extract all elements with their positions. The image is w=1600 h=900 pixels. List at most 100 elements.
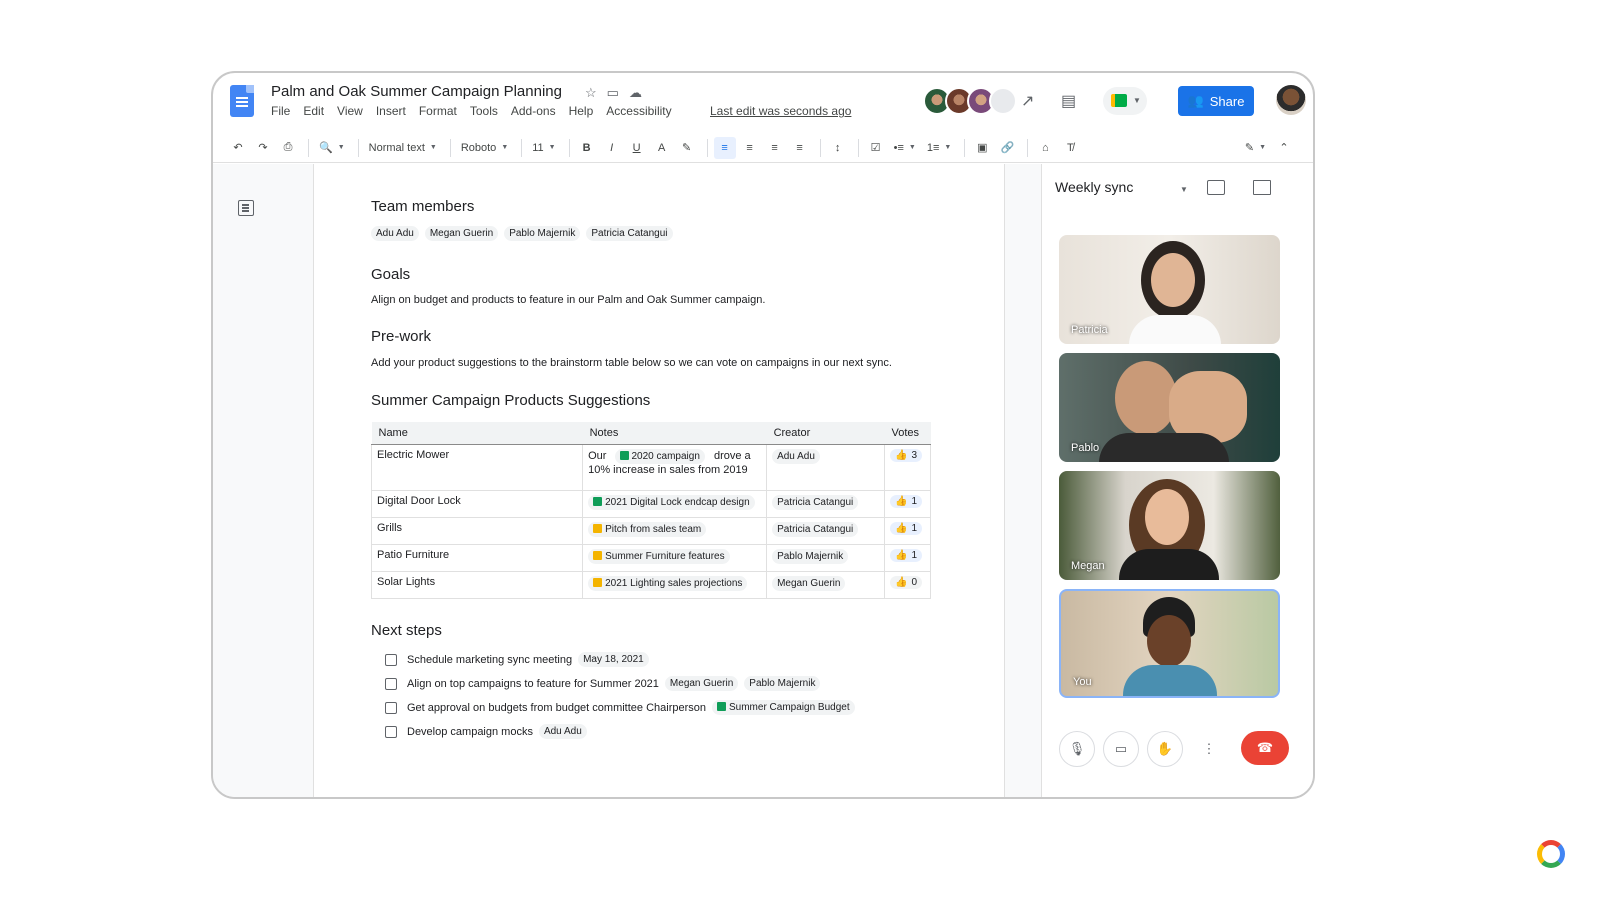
align-right-icon[interactable]: ≡ (764, 137, 786, 159)
date-chip[interactable]: May 18, 2021 (578, 652, 649, 667)
line-spacing-icon[interactable]: ↕ (827, 137, 849, 159)
vote-chip[interactable]: 👍 1 (889, 548, 922, 562)
menu-format[interactable]: Format (419, 104, 457, 118)
file-chip[interactable]: Pitch from sales team (588, 521, 707, 537)
participant-tile-megan[interactable]: Megan (1059, 471, 1280, 580)
cell-creator[interactable]: Patricia Catangui (766, 516, 885, 545)
italic-icon[interactable]: I (601, 137, 623, 159)
person-chip[interactable]: Megan Guerin (772, 575, 846, 591)
cell-votes[interactable]: 👍 1 (883, 543, 932, 572)
align-center-icon[interactable]: ≡ (739, 137, 761, 159)
file-chip[interactable]: Summer Campaign Budget (712, 700, 855, 715)
menu-tools[interactable]: Tools (470, 104, 498, 118)
person-chip[interactable]: Pablo Majernik (744, 676, 821, 691)
cell-votes[interactable]: 👍 1 (883, 516, 932, 545)
cell-creator[interactable]: Pablo Majernik (766, 543, 885, 572)
text-color-icon[interactable]: A (651, 137, 673, 159)
chevron-up-icon[interactable]: ⌃ (1273, 137, 1295, 159)
file-chip[interactable]: 2021 Lighting sales projections (588, 575, 748, 591)
insert-link-icon[interactable]: 🔗 (996, 137, 1018, 159)
cell-name[interactable]: Grills (370, 516, 584, 545)
justify-icon[interactable]: ≡ (789, 137, 811, 159)
cloud-saved-icon[interactable]: ☁ (629, 85, 642, 101)
participant-tile-you[interactable]: You (1059, 589, 1280, 698)
cell-name[interactable]: Solar Lights (370, 570, 584, 599)
cell-notes[interactable]: Pitch from sales team (582, 516, 768, 545)
vote-chip[interactable]: 👍 3 (889, 448, 922, 462)
bold-icon[interactable]: B (576, 137, 598, 159)
person-chip[interactable]: Adu Adu (371, 226, 419, 241)
editing-mode-icon[interactable]: ✎ ▼ (1241, 137, 1270, 159)
insert-image-icon[interactable]: ▣ (971, 137, 993, 159)
person-chip[interactable]: Pablo Majernik (772, 548, 849, 564)
document-outline-icon[interactable] (238, 200, 254, 216)
style-select[interactable]: Normal text ▼ (365, 137, 441, 159)
raise-hand-icon[interactable]: ✋ (1147, 731, 1183, 767)
end-call-button[interactable]: ☎ (1241, 731, 1289, 765)
person-chip[interactable]: Adu Adu (538, 724, 587, 739)
activity-trend-icon[interactable]: ↗ (1021, 91, 1034, 111)
print-icon[interactable]: ⎙ (277, 137, 299, 159)
last-edit-link[interactable]: Last edit was seconds ago (710, 104, 851, 118)
cell-notes[interactable]: 2021 Digital Lock endcap design (582, 489, 768, 518)
person-chip[interactable]: Adu Adu (772, 448, 820, 464)
move-folder-icon[interactable]: ▭ (607, 85, 619, 101)
checkbox[interactable] (385, 653, 397, 666)
menu-addons[interactable]: Add-ons (511, 104, 556, 118)
person-chip[interactable]: Patricia Catangui (586, 226, 673, 241)
font-size-select[interactable]: 11 ▼ (528, 137, 559, 159)
comment-history-icon[interactable]: ▤ (1061, 91, 1076, 111)
redo-icon[interactable]: ↷ (252, 137, 274, 159)
underline-icon[interactable]: U (626, 137, 648, 159)
menu-help[interactable]: Help (569, 104, 594, 118)
person-chip[interactable]: Megan Guerin (424, 226, 499, 241)
font-select[interactable]: Roboto ▼ (457, 137, 512, 159)
meeting-title[interactable]: Weekly sync (1055, 179, 1133, 195)
cell-notes[interactable]: Summer Furniture features (582, 543, 768, 572)
checklist-icon[interactable]: ☑ (865, 137, 887, 159)
paint-format-icon[interactable]: ⌂ (1034, 137, 1056, 159)
clear-format-icon[interactable]: T̸ (1059, 137, 1081, 159)
cell-creator[interactable]: Patricia Catangui (766, 489, 885, 518)
highlight-icon[interactable]: ✎ (676, 137, 698, 159)
menu-insert[interactable]: Insert (376, 104, 406, 118)
participant-tile-pablo[interactable]: Pablo (1059, 353, 1280, 462)
cell-notes[interactable]: Our 2020 campaign drove a 10% increase i… (582, 443, 768, 491)
star-icon[interactable]: ☆ (585, 85, 597, 101)
person-chip[interactable]: Patricia Catangui (772, 494, 859, 510)
more-collaborators-icon[interactable] (989, 87, 1017, 115)
align-left-icon[interactable]: ≡ (713, 136, 736, 159)
open-in-new-icon[interactable] (1253, 180, 1271, 195)
file-chip[interactable]: 2020 campaign (614, 448, 705, 464)
cell-name[interactable]: Digital Door Lock (370, 489, 584, 518)
picture-in-picture-icon[interactable] (1207, 180, 1225, 195)
chevron-down-icon[interactable]: ▼ (1180, 185, 1188, 194)
cell-name[interactable]: Patio Furniture (370, 543, 584, 572)
checkbox[interactable] (385, 725, 397, 738)
person-chip[interactable]: Patricia Catangui (772, 521, 859, 537)
cell-name[interactable]: Electric Mower (370, 443, 584, 491)
person-chip[interactable]: Pablo Majernik (504, 226, 581, 241)
file-chip[interactable]: Summer Furniture features (588, 548, 730, 564)
document-page[interactable]: Team members Adu Adu Megan Guerin Pablo Ma… (313, 164, 1005, 797)
document-title[interactable]: Palm and Oak Summer Campaign Planning (271, 83, 562, 100)
bulleted-list-icon[interactable]: •≡ ▼ (890, 137, 920, 159)
microphone-icon[interactable]: 🎙 (1059, 731, 1095, 767)
cell-votes[interactable]: 👍 3 (883, 443, 932, 491)
meet-button[interactable]: ▼ (1103, 87, 1147, 115)
collaborator-avatars[interactable] (923, 87, 1017, 115)
file-chip[interactable]: 2021 Digital Lock endcap design (588, 494, 755, 510)
cell-notes[interactable]: 2021 Lighting sales projections (582, 570, 768, 599)
checkbox[interactable] (385, 701, 397, 714)
menu-view[interactable]: View (337, 104, 363, 118)
cell-creator[interactable]: Megan Guerin (766, 570, 885, 599)
cell-votes[interactable]: 👍 0 (883, 570, 932, 599)
person-chip[interactable]: Megan Guerin (664, 676, 739, 691)
docs-logo-icon[interactable] (230, 85, 254, 117)
undo-icon[interactable]: ↶ (227, 137, 249, 159)
participant-tile-patricia[interactable]: Patricia (1059, 235, 1280, 344)
menu-accessibility[interactable]: Accessibility (606, 104, 671, 118)
menu-edit[interactable]: Edit (303, 104, 324, 118)
more-options-icon[interactable]: ⋮ (1191, 731, 1227, 767)
checkbox[interactable] (385, 677, 397, 690)
